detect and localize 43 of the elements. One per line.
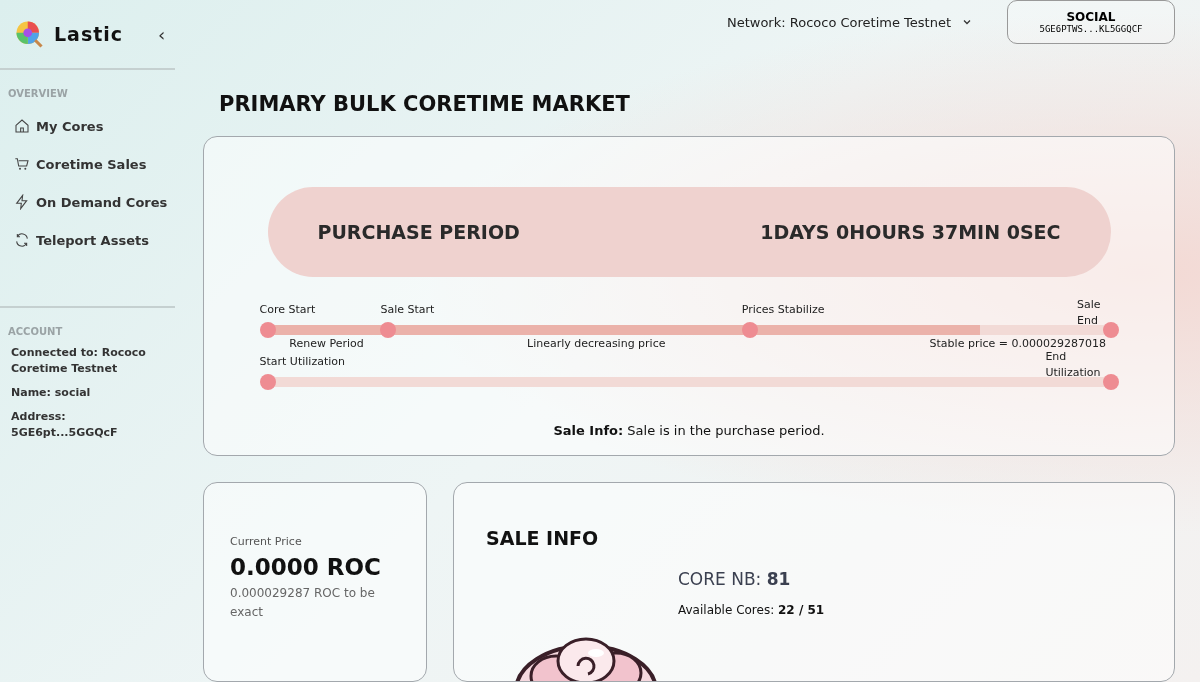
sale-status: Sale Info: Sale is in the purchase period. bbox=[553, 423, 825, 438]
cart-icon bbox=[14, 156, 30, 172]
timeline-label: Core Start bbox=[259, 303, 316, 316]
lightning-icon bbox=[14, 194, 30, 210]
timeline-label: Renew Period bbox=[289, 337, 364, 350]
refresh-icon bbox=[14, 232, 30, 248]
sidebar-item[interactable]: Coretime Sales bbox=[8, 145, 147, 183]
price-value: 0.0000 ROC bbox=[230, 554, 382, 580]
timeline-label: Sale End bbox=[1076, 297, 1101, 329]
account-detail: Connected to: Rococo Coretime Testnet bbox=[11, 345, 147, 377]
countdown: 1DAYS 0HOURS 37MIN 0SEC bbox=[760, 221, 1061, 243]
timeline-marker bbox=[1102, 322, 1119, 338]
timeline-marker bbox=[259, 322, 276, 338]
account-detail: Name: social bbox=[11, 385, 92, 401]
timeline-label: Stable price = 0.000029287018 bbox=[929, 337, 1106, 350]
section-heading: ACCOUNT bbox=[8, 326, 64, 337]
timeline-label: Sale Start bbox=[380, 303, 435, 316]
lollipop-logo bbox=[14, 19, 44, 49]
timeline-label: Linearly decreasing price bbox=[527, 337, 666, 350]
page-title: PRIMARY BULK CORETIME MARKET bbox=[219, 92, 631, 116]
exact-price: 0.000029287 ROC to be exact bbox=[230, 585, 376, 621]
brand-name: Lastic bbox=[54, 23, 125, 45]
timeline-marker bbox=[380, 322, 397, 338]
sidebar-item[interactable]: On Demand Cores bbox=[8, 183, 168, 221]
sidebar-item[interactable]: My Cores bbox=[8, 107, 104, 145]
timeline-label: Start Utilization bbox=[259, 355, 345, 368]
section-heading: OVERVIEW bbox=[8, 88, 69, 99]
card-title: SALE INFO bbox=[486, 527, 600, 549]
price-caption: Current Price bbox=[230, 535, 303, 548]
core-number: CORE NB: 81 bbox=[678, 569, 792, 589]
sidebar-item[interactable]: Teleport Assets bbox=[8, 221, 149, 259]
available-cores: Available Cores: 22 / 51 bbox=[678, 603, 825, 617]
timeline-marker bbox=[259, 374, 276, 390]
account-button[interactable]: SOCIAL 5GE6PTWS...KL5GGQCF bbox=[1007, 0, 1175, 44]
period-label: PURCHASE PERIOD bbox=[317, 221, 520, 243]
timeline-marker bbox=[741, 322, 758, 338]
collapse-button[interactable]: ‹ bbox=[154, 23, 170, 45]
timeline-label: Prices Stabilize bbox=[741, 303, 825, 316]
home-icon bbox=[14, 118, 30, 134]
timeline-label: End Utilization bbox=[1045, 349, 1101, 381]
account-detail: Address: 5GE6pt...5GGQcF bbox=[11, 409, 119, 441]
timeline-marker bbox=[1102, 374, 1119, 390]
network-selector[interactable]: Network: Rococo Coretime Testnet bbox=[720, 13, 979, 31]
